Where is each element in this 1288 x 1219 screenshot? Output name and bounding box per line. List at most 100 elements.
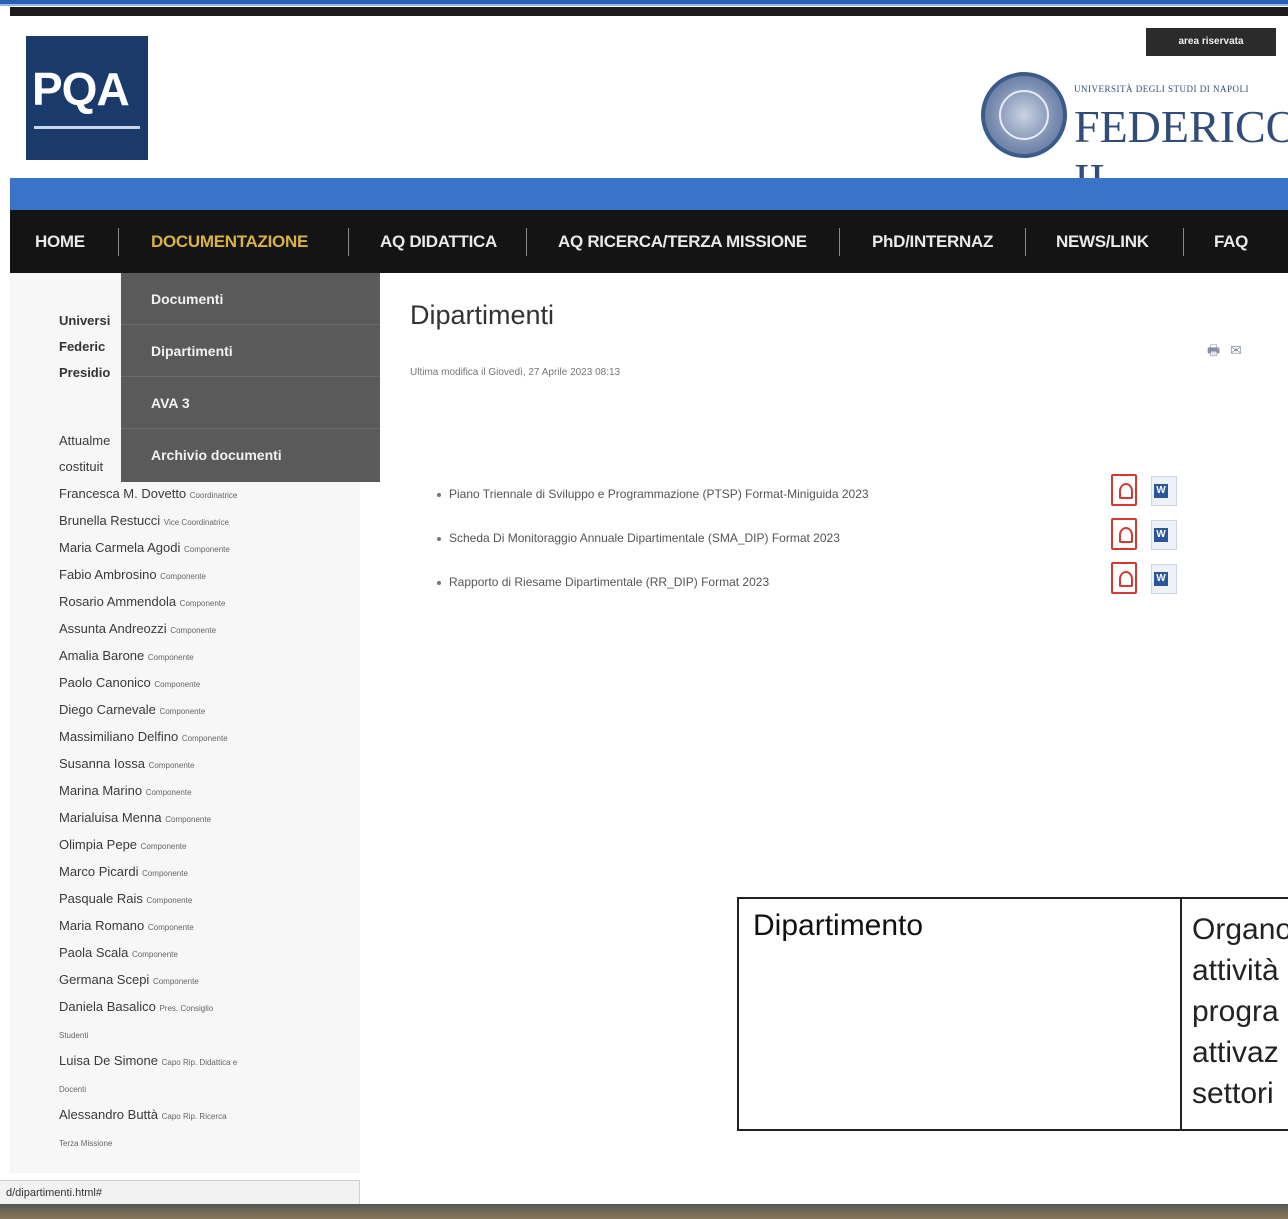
member-role: Componente <box>165 815 212 824</box>
member-name: Pasquale Rais <box>59 891 147 906</box>
member-row: Marina Marino Componente <box>59 783 192 798</box>
sidebar-intro-line: Presidio <box>59 365 111 380</box>
member-row: Assunta Andreozzi Componente <box>59 621 216 636</box>
pqa-logo[interactable]: PQA <box>26 36 148 160</box>
dropdown-item-ava3[interactable]: AVA 3 <box>121 377 380 429</box>
overlay-table: Dipartimento Organo attività progra atti… <box>737 897 1288 1131</box>
member-row: Marco Picardi Componente <box>59 864 188 879</box>
word-doc-icon[interactable]: W <box>1151 520 1177 550</box>
document-link[interactable]: Piano Triennale di Sviluppo e Programmaz… <box>449 487 869 501</box>
sidebar-intro-line: Universi <box>59 313 111 328</box>
member-role: Componente <box>145 788 192 797</box>
member-row: Docenti <box>59 1080 86 1095</box>
member-name: Rosario Ammendola <box>59 594 180 609</box>
member-role: Componente <box>148 761 195 770</box>
word-doc-icon[interactable]: W <box>1151 476 1177 506</box>
site-header: PQA area riservata UNIVERSITÀ DEGLI STUD… <box>10 16 1288 205</box>
member-role: Vice Coordinatrice <box>163 518 229 527</box>
member-row: Amalia Barone Componente <box>59 648 194 663</box>
nav-separator <box>1183 228 1184 256</box>
member-row: Susanna Iossa Componente <box>59 756 194 771</box>
member-role: Capo Rip. Didattica e <box>161 1058 238 1067</box>
member-name: Diego Carnevale <box>59 702 160 717</box>
member-row: Paola Scala Componente <box>59 945 178 960</box>
member-role: Studenti <box>59 1031 89 1040</box>
member-name: Marco Picardi <box>59 864 143 879</box>
word-doc-icon[interactable]: W <box>1151 564 1177 594</box>
document-link[interactable]: Rapporto di Riesame Dipartimentale (RR_D… <box>449 575 769 589</box>
bullet-icon <box>437 536 441 541</box>
document-item: Rapporto di Riesame Dipartimentale (RR_D… <box>437 575 769 589</box>
logo-text: PQA <box>32 63 130 115</box>
member-name: Maria Carmela Agodi <box>59 540 184 555</box>
nav-news-link[interactable]: NEWS/LINK <box>1056 210 1149 273</box>
dropdown-item-documenti[interactable]: Documenti <box>121 273 380 325</box>
sidebar-intro-line: Federic <box>59 339 106 354</box>
member-name: Olimpia Pepe <box>59 837 141 852</box>
member-row: Diego Carnevale Componente <box>59 702 205 717</box>
document-item: Piano Triennale di Sviluppo e Programmaz… <box>437 487 869 501</box>
member-name: Luisa De Simone <box>59 1053 162 1068</box>
member-row: Francesca M. Dovetto Coordinatrice <box>59 486 237 501</box>
member-row: Olimpia Pepe Componente <box>59 837 186 852</box>
member-role: Componente <box>142 869 188 878</box>
table-line: progra <box>1192 995 1279 1028</box>
pdf-icon[interactable] <box>1111 518 1137 550</box>
nav-faq[interactable]: FAQ <box>1214 210 1248 273</box>
dropdown-item-dipartimenti[interactable]: Dipartimenti <box>121 325 380 377</box>
table-column-divider <box>1180 899 1182 1131</box>
nav-separator <box>118 228 119 256</box>
member-name: Paola Scala <box>59 945 132 960</box>
member-role: Componente <box>147 653 194 662</box>
member-role: Componente <box>154 680 201 689</box>
member-name: Amalia Barone <box>59 648 148 663</box>
member-row: Maria Romano Componente <box>59 918 194 933</box>
logo-subtitle-line <box>34 126 140 129</box>
member-name: Susanna Iossa <box>59 756 149 771</box>
member-row: Paolo Canonico Componente <box>59 675 200 690</box>
table-cell-description: Organo attività progra attivaz settori <box>1192 909 1288 1114</box>
window-top-accent-light <box>0 4 1288 6</box>
member-role: Capo Rip. Ricerca <box>161 1112 227 1121</box>
member-role: Componente <box>184 545 230 554</box>
email-icon[interactable]: ✉ <box>1230 342 1242 358</box>
member-role: Docenti <box>59 1085 87 1094</box>
nav-home[interactable]: HOME <box>35 210 85 273</box>
member-row: Studenti <box>59 1026 88 1041</box>
member-name: Fabio Ambrosino <box>59 567 161 582</box>
member-role: Componente <box>132 950 178 959</box>
top-dark-strip <box>10 7 1288 16</box>
member-role: Pres. Consiglio <box>159 1004 214 1013</box>
main-nav: HOME DOCUMENTAZIONE AQ DIDATTICA AQ RICE… <box>10 210 1288 273</box>
member-row: Marialuisa Menna Componente <box>59 810 211 825</box>
member-row: Terza Missione <box>59 1134 112 1149</box>
nav-documentazione[interactable]: DOCUMENTAZIONE <box>151 210 308 273</box>
member-role: Coordinatrice <box>189 491 238 500</box>
member-row: Rosario Ammendola Componente <box>59 594 225 609</box>
member-role: Componente <box>147 923 194 932</box>
member-row: Luisa De Simone Capo Rip. Didattica e <box>59 1053 237 1068</box>
window-bottom-edge <box>0 1204 1288 1219</box>
nav-aq-didattica[interactable]: AQ DIDATTICA <box>380 210 497 273</box>
pdf-icon[interactable] <box>1111 562 1137 594</box>
member-role: Componente <box>160 572 206 581</box>
member-name: Marina Marino <box>59 783 146 798</box>
member-name: Marialuisa Menna <box>59 810 166 825</box>
member-name: Francesca M. Dovetto <box>59 486 190 501</box>
member-role: Componente <box>159 707 206 716</box>
sidebar-members-intro: costituit <box>59 459 104 474</box>
header-blue-band <box>10 178 1288 210</box>
document-link[interactable]: Scheda Di Monitoraggio Annuale Dipartime… <box>449 531 840 545</box>
table-line: Organo <box>1192 913 1288 946</box>
documentazione-dropdown: Documenti Dipartimenti AVA 3 Archivio do… <box>121 273 380 482</box>
reserved-area-button[interactable]: area riservata <box>1146 28 1276 56</box>
print-icon[interactable]: 🖶 <box>1207 342 1220 358</box>
member-role: Componente <box>179 599 226 608</box>
pdf-icon[interactable] <box>1111 474 1137 506</box>
article-tools: 🖶 ✉ <box>1207 340 1248 364</box>
member-row: Germana Scepi Componente <box>59 972 199 987</box>
member-role: Componente <box>152 977 199 986</box>
nav-aq-ricerca[interactable]: AQ RICERCA/TERZA MISSIONE <box>558 210 807 273</box>
dropdown-item-archivio[interactable]: Archivio documenti <box>121 429 380 481</box>
nav-phd-internaz[interactable]: PhD/INTERNAZ <box>872 210 993 273</box>
